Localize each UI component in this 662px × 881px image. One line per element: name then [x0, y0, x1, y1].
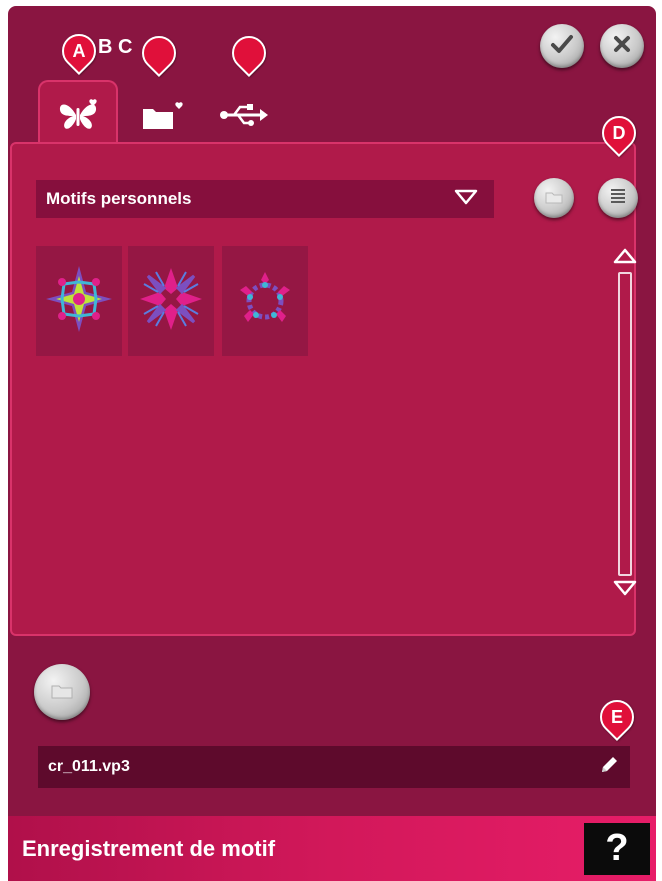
embroidery-cross-icon — [134, 262, 208, 341]
embroidery-star-icon — [42, 262, 116, 341]
scroll-up-button[interactable] — [612, 246, 638, 266]
filename-text: cr_011.vp3 — [48, 758, 130, 775]
list-view-button[interactable] — [598, 178, 638, 218]
callout-c-label: C — [118, 36, 133, 58]
window-title: Enregistrement de motif — [22, 835, 276, 861]
butterfly-heart-icon — [55, 98, 101, 132]
scroll-down-button[interactable] — [612, 578, 638, 598]
folder-up-button[interactable] — [534, 178, 574, 218]
callout-e: E — [592, 692, 642, 742]
design-thumbnail-3[interactable] — [222, 246, 308, 356]
callout-d: D — [594, 108, 644, 158]
pencil-icon[interactable] — [598, 754, 620, 781]
callout-a: A — [54, 26, 104, 76]
list-view-icon — [608, 186, 628, 211]
callout-marker-usb — [224, 28, 274, 78]
cancel-button[interactable] — [600, 24, 644, 68]
help-button[interactable]: ? — [584, 822, 650, 875]
tab-usb[interactable] — [208, 84, 280, 146]
chevron-down-icon — [613, 580, 637, 596]
scrollbar-track[interactable] — [618, 272, 632, 576]
design-browser-panel: Motifs personnels D — [10, 108, 644, 636]
check-icon — [550, 33, 574, 60]
usb-icon — [218, 102, 270, 128]
embroidery-wreath-icon — [230, 264, 300, 339]
help-label: ? — [605, 827, 629, 869]
save-design-window: A B C Motifs personnels D E cr_011.vp3 E… — [8, 6, 656, 881]
design-thumbnail-2[interactable] — [128, 246, 214, 356]
chevron-up-icon — [613, 248, 637, 264]
location-dropdown[interactable]: Motifs personnels — [36, 180, 494, 218]
folder-heart-icon — [139, 99, 189, 131]
tab-personal-designs[interactable] — [38, 80, 118, 148]
design-thumbnail-1[interactable] — [36, 246, 122, 356]
filename-field[interactable]: cr_011.vp3 — [38, 746, 630, 788]
folder-up-icon — [544, 187, 564, 210]
tab-my-files[interactable] — [128, 84, 200, 146]
location-dropdown-label: Motifs personnels — [46, 189, 192, 208]
chevron-down-icon — [454, 189, 478, 210]
new-folder-button[interactable] — [34, 664, 90, 720]
confirm-button[interactable] — [540, 24, 584, 68]
callout-marker-files — [134, 28, 184, 78]
close-icon — [612, 34, 632, 59]
callout-b-label: B — [98, 36, 113, 58]
new-folder-icon — [50, 680, 74, 705]
title-bar: Enregistrement de motif ? — [8, 816, 656, 881]
